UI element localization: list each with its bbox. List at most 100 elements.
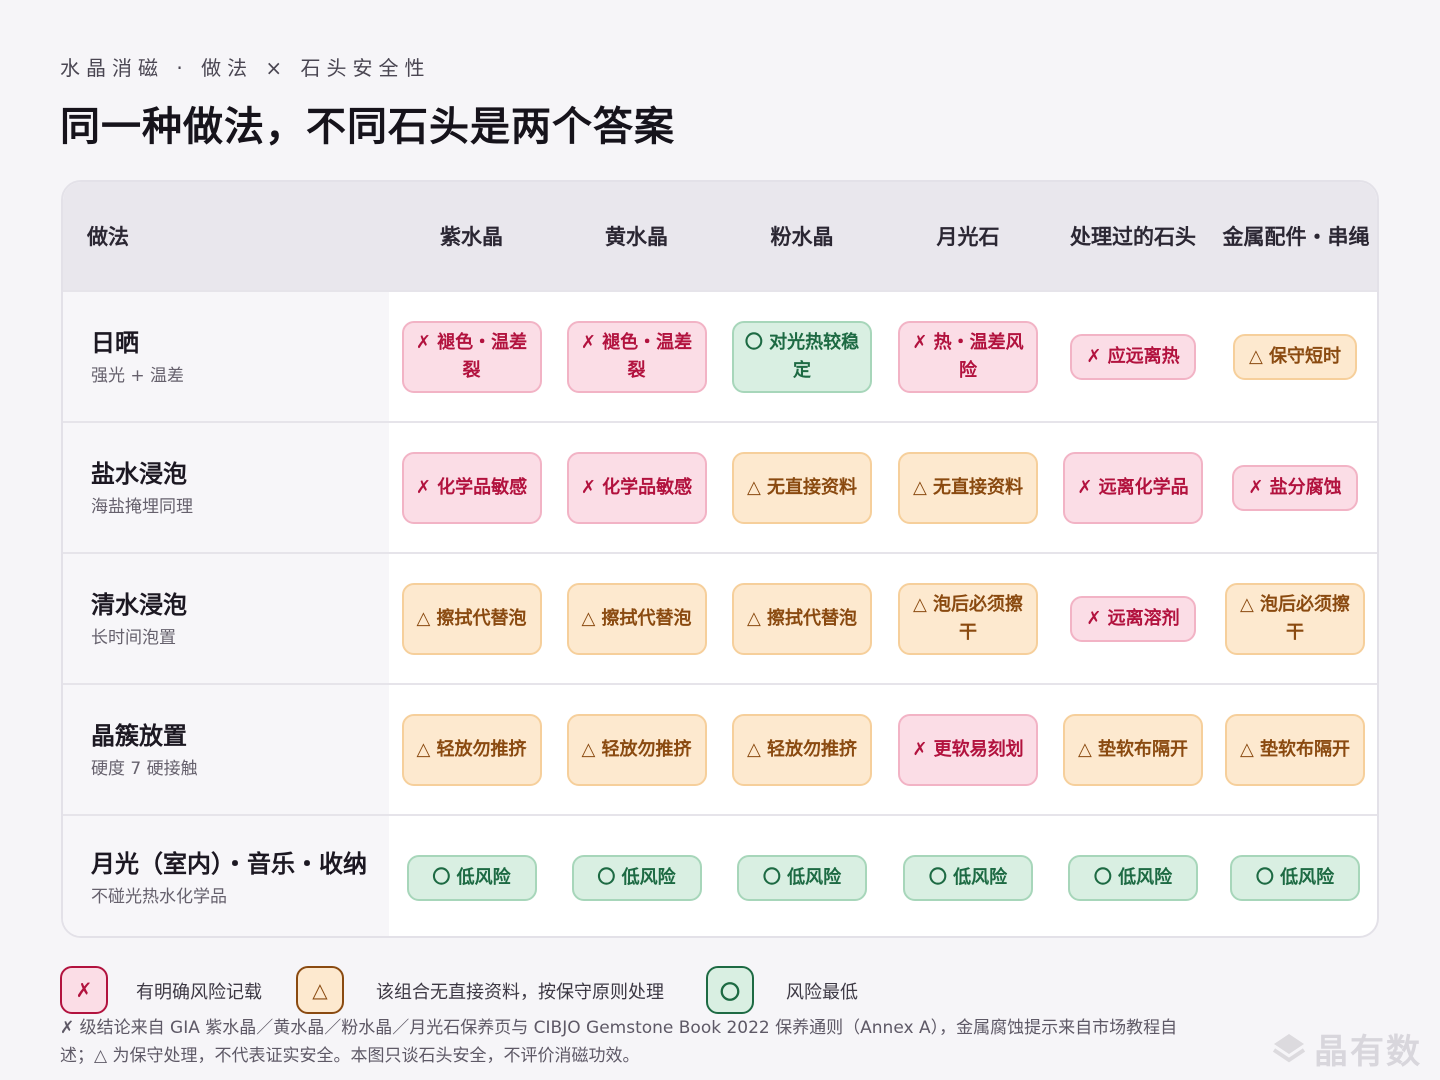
header-amethyst: 紫水晶 xyxy=(440,225,503,249)
status-badge: △ 轻放勿推挤 xyxy=(401,713,542,786)
table-cell: △ 擦拭代替泡 xyxy=(389,554,554,683)
status-badge: 〇 低风险 xyxy=(406,855,537,901)
status-badge: △ 垫软布隔开 xyxy=(1225,713,1365,786)
table-cell: ✗ 褪色・温差裂 xyxy=(554,292,719,421)
status-badge: △ 擦拭代替泡 xyxy=(566,582,707,655)
status-badge: 〇 低风险 xyxy=(571,855,702,901)
row-header: 晶簇放置硬度 7 硬接触 xyxy=(63,685,389,814)
footnote: ✗ 级结论来自 GIA 紫水晶／黄水晶／粉水晶／月光石保养页与 CIBJO Ge… xyxy=(60,1018,1178,1066)
legend-swatch: ✗ xyxy=(60,966,108,1014)
table-row: 盐水浸泡 海盐掩埋同理 ✗ 化学品敏感 ✗ 化学品敏感 △ 无直接资料 △ 无直接资料 ✗ … xyxy=(63,421,1377,552)
header-metal-parts: 金属配件・串绳 xyxy=(1222,225,1370,249)
status-badge: △ 擦拭代替泡 xyxy=(401,582,542,655)
method-description: 硬度 7 硬接触 xyxy=(91,758,198,779)
table-cell: 〇 低风险 xyxy=(719,816,885,936)
header-treated-stones: 处理过的石头 xyxy=(1070,225,1196,249)
table-cell: ✗ 远离化学品 xyxy=(1051,423,1215,552)
legend-label: 风险最低 xyxy=(786,982,858,1003)
table-header: 做法 紫水晶 黄水晶 粉水晶 月光石 处理过的石头 金属配件・串绳 xyxy=(63,182,1377,292)
table-cell: △ 垫软布隔开 xyxy=(1051,685,1215,814)
method-name: 盐水浸泡 xyxy=(91,459,187,488)
header-moonstone: 月光石 xyxy=(936,225,1000,249)
header-citrine: 黄水晶 xyxy=(605,225,668,249)
status-badge: ✗ 应远离热 xyxy=(1070,333,1196,380)
status-badge: △ 保守短时 xyxy=(1232,333,1358,380)
method-description: 海盐掩埋同理 xyxy=(91,496,193,517)
legend-label: 该组合无直接资料，按保守原则处理 xyxy=(376,982,664,1003)
legend-swatch: 〇 xyxy=(706,966,754,1014)
table-cell: 〇 低风险 xyxy=(1215,816,1375,936)
row-header: 清水浸泡 长时间泡置 xyxy=(63,554,389,683)
legend-label: 有明确风险记载 xyxy=(136,982,262,1003)
status-badge: ✗ 化学品敏感 xyxy=(566,451,707,524)
method-name: 晶簇放置 xyxy=(91,721,187,750)
table-cell: △ 轻放勿推挤 xyxy=(389,685,554,814)
header-rose-quartz: 粉水晶 xyxy=(770,225,834,249)
method-description: 长时间泡置 xyxy=(91,627,176,648)
method-description: 强光 + 温差 xyxy=(91,365,185,386)
status-badge: △ 泡后必须擦干 xyxy=(1225,582,1365,655)
table-cell: 〇 低风险 xyxy=(554,816,719,936)
table-cell: ✗ 化学品敏感 xyxy=(554,423,719,552)
table-cell: 〇 对光热较稳定 xyxy=(719,292,885,421)
table-cell: △ 泡后必须擦干 xyxy=(1215,554,1375,683)
status-badge: ✗ 热・温差风险 xyxy=(898,320,1038,393)
status-badge: △ 无直接资料 xyxy=(732,451,872,524)
status-badge: ✗ 远离溶剂 xyxy=(1070,595,1196,642)
status-badge: ✗ 更软易刻划 xyxy=(898,713,1038,786)
watermark-text: 晶有数 xyxy=(1314,1032,1422,1072)
table-cell: ✗ 化学品敏感 xyxy=(389,423,554,552)
table-cell: △ 无直接资料 xyxy=(719,423,885,552)
method-description: 不碰光热水化学品 xyxy=(91,887,227,907)
table-row: 月光（室内）・音乐・收纳 不碰光热水化学品〇 低风险〇 低风险〇 低风险〇 低风险… xyxy=(63,814,1377,936)
page-kicker: 水晶消磁 · 做法 × 石头安全性 xyxy=(60,56,431,80)
status-badge: 〇 低风险 xyxy=(903,855,1033,901)
table-cell: ✗ 盐分腐蚀 xyxy=(1215,423,1375,552)
logo-icon xyxy=(1272,1033,1306,1062)
table-cell: △ 轻放勿推挤 xyxy=(719,685,885,814)
table-cell: 〇 低风险 xyxy=(389,816,554,936)
table-cell: ✗ 应远离热 xyxy=(1051,292,1215,421)
status-badge: 〇 低风险 xyxy=(1230,855,1360,901)
table-cell: △ 垫软布隔开 xyxy=(1215,685,1375,814)
status-badge: △ 泡后必须擦干 xyxy=(898,582,1038,655)
status-badge: ✗ 褪色・温差裂 xyxy=(401,320,542,393)
status-badge: ✗ 褪色・温差裂 xyxy=(566,320,707,393)
method-name: 清水浸泡 xyxy=(91,590,187,619)
method-name: 日晒 xyxy=(91,328,139,357)
legend-swatch: △ xyxy=(296,966,344,1014)
table-cell: 〇 低风险 xyxy=(1051,816,1215,936)
table-row: 清水浸泡 长时间泡置 △ 擦拭代替泡 △ 擦拭代替泡 △ 擦拭代替泡 △ 泡后必须擦干 ✗ … xyxy=(63,552,1377,683)
status-badge: ✗ 化学品敏感 xyxy=(401,451,542,524)
row-header: 日晒强光 + 温差 xyxy=(63,292,389,421)
status-badge: ✗ 远离化学品 xyxy=(1063,451,1203,524)
status-badge: 〇 对光热较稳定 xyxy=(732,320,872,393)
table-cell: ✗ 热・温差风险 xyxy=(885,292,1051,421)
status-badge: △ 擦拭代替泡 xyxy=(732,582,872,655)
status-badge: △ 无直接资料 xyxy=(898,451,1038,524)
header-method: 做法 xyxy=(87,225,129,249)
matrix-table: 做法 紫水晶 黄水晶 粉水晶 月光石 处理过的石头 金属配件・串绳 日晒强光 +… xyxy=(61,180,1379,938)
row-header: 月光（室内）・音乐・收纳不碰光热水化学品 xyxy=(63,816,389,936)
table-row: 日晒 强光 + 温差 ✗ 褪色・温差裂 ✗ 褪色・温差裂〇 对光热较稳定 ✗ 热・温差风… xyxy=(63,290,1377,421)
table-cell: ✗ 褪色・温差裂 xyxy=(389,292,554,421)
table-cell: △ 轻放勿推挤 xyxy=(554,685,719,814)
table-row: 晶簇放置 硬度 7 硬接触 △ 轻放勿推挤 △ 轻放勿推挤 △ 轻放勿推挤 ✗ 更软易刻划… xyxy=(63,683,1377,814)
table-cell: △ 擦拭代替泡 xyxy=(554,554,719,683)
status-badge: 〇 低风险 xyxy=(1068,855,1198,901)
status-badge: △ 垫软布隔开 xyxy=(1063,713,1203,786)
page-title: 同一种做法，不同石头是两个答案 xyxy=(60,104,675,150)
table-cell: △ 擦拭代替泡 xyxy=(719,554,885,683)
table-cell: ✗ 更软易刻划 xyxy=(885,685,1051,814)
status-badge: 〇 低风险 xyxy=(737,855,867,901)
row-header: 盐水浸泡海盐掩埋同理 xyxy=(63,423,389,552)
table-cell: △ 无直接资料 xyxy=(885,423,1051,552)
table-cell: ✗ 远离溶剂 xyxy=(1051,554,1215,683)
status-badge: ✗ 盐分腐蚀 xyxy=(1232,464,1358,511)
method-name: 月光（室内）・音乐・收纳 xyxy=(91,850,367,878)
table-cell: 〇 低风险 xyxy=(885,816,1051,936)
status-badge: △ 轻放勿推挤 xyxy=(566,713,707,786)
watermark: 晶有数 xyxy=(1270,1024,1422,1073)
table-cell: △ 泡后必须擦干 xyxy=(885,554,1051,683)
status-badge: △ 轻放勿推挤 xyxy=(732,713,872,786)
